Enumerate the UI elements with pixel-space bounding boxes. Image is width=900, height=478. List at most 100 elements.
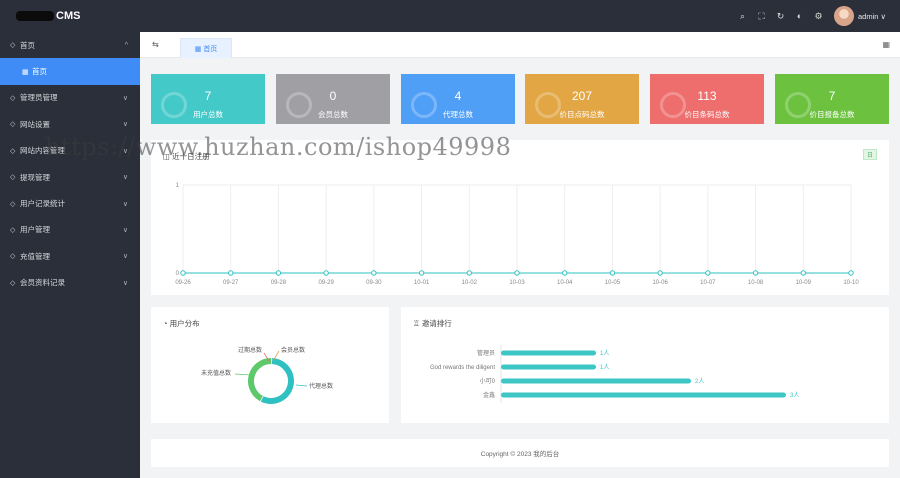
chevron-icon: ^ [124, 41, 128, 49]
data-point [562, 270, 568, 276]
refresh-icon[interactable]: ↻ [771, 0, 790, 32]
watermark-text: https://www.huzhan.com/ishop49998 [45, 133, 512, 161]
data-point [657, 270, 663, 276]
x-tick-label: 10-06 [652, 280, 668, 286]
stat-label: 价目点码总数 [559, 110, 605, 119]
stat-value: 4 [454, 89, 462, 103]
brand-logo[interactable]: CMS [0, 0, 140, 32]
chevron-icon: ∨ [122, 94, 128, 102]
x-tick-label: 09-29 [318, 280, 334, 286]
fullscreen-icon[interactable]: ⛶ [752, 0, 771, 32]
data-point [371, 270, 377, 276]
leader-line [234, 373, 252, 376]
stats-icon: ◇ [10, 200, 16, 208]
user-icon: ◇ [10, 226, 16, 234]
stat-label: 价目报备总数 [809, 110, 855, 119]
chevron-icon: ∨ [122, 253, 128, 261]
bar-category-label: God rewards the diligent [430, 365, 495, 371]
recharge-icon: ◇ [10, 253, 16, 261]
stat-card[interactable]: 113 价目条码总数 [650, 74, 764, 124]
pie-slice [260, 358, 294, 404]
sidebar-item-label: 首页 [20, 40, 35, 50]
pie-label: 过期总数 [238, 346, 262, 354]
data-point [228, 270, 234, 276]
chevron-icon: ∨ [122, 226, 128, 234]
sidebar-item-0[interactable]: ◇ 首页 ^ [0, 32, 140, 58]
sidebar-item-5[interactable]: ◇ 提现管理 ∨ [0, 164, 140, 190]
withdraw-icon: ◇ [10, 174, 16, 182]
record-icon: ◇ [10, 279, 16, 287]
pie-label: 未充值总数 [201, 369, 231, 377]
y-tick-label: 1 [176, 183, 180, 189]
logo-mask [16, 11, 54, 21]
dashboard-icon: ▦ [22, 68, 29, 76]
x-tick-label: 10-02 [462, 280, 478, 286]
data-point [466, 270, 472, 276]
data-point [848, 270, 854, 276]
sidebar-item-6[interactable]: ◇ 用户记录统计 ∨ [0, 190, 140, 216]
data-point [800, 270, 806, 276]
user-distribution-panel: ◔ 用户分布 代理总数 会员总数 过期总数 未充值总数 [151, 307, 389, 423]
data-point [514, 270, 520, 276]
invite-ranking-panel: ♖ 邀请排行 管理员 1人 God rewards the diligent 1人 小可… [401, 307, 889, 423]
sidebar-item-label: 首页 [32, 67, 47, 77]
x-tick-label: 10-04 [557, 280, 573, 286]
chevron-icon: ∨ [122, 174, 128, 182]
x-tick-label: 09-26 [175, 280, 191, 286]
stat-card[interactable]: 0 会员总数 [276, 74, 390, 124]
settings-icon[interactable]: ⚙ [809, 0, 828, 32]
sidebar-item-7[interactable]: ◇ 用户管理 ∨ [0, 217, 140, 243]
top-header: CMS ⌕ ⛶ ↻ ◐ ⚙ admin ∨ [0, 0, 900, 32]
sidebar-item-2[interactable]: ◇ 管理员管理 ∨ [0, 85, 140, 111]
pie-slice [248, 358, 272, 402]
stat-card[interactable]: 207 价目点码总数 [525, 74, 639, 124]
x-tick-label: 10-05 [605, 280, 621, 286]
data-point [609, 270, 616, 276]
chevron-icon: ∨ [122, 279, 128, 287]
tab-menu-icon[interactable]: ▦ [882, 40, 890, 49]
stat-card[interactable]: 7 价目报备总数 [775, 74, 889, 124]
sidebar-item-8[interactable]: ◇ 充值管理 ∨ [0, 243, 140, 269]
sidebar-item-label: 充值管理 [20, 251, 50, 261]
sidebar-item-1[interactable]: ▦ 首页 [0, 58, 140, 85]
tab-bar: ⇆ ▦ 首页 ▦ [140, 32, 900, 58]
data-point [275, 270, 282, 276]
stat-label: 价目条码总数 [684, 110, 730, 119]
settings-icon: ◇ [10, 121, 16, 129]
chevron-icon: ∨ [122, 121, 128, 129]
user-menu[interactable]: admin ∨ [858, 12, 886, 21]
collapse-sidebar-icon[interactable]: ⇆ [152, 40, 159, 49]
x-tick-label: 09-30 [366, 280, 382, 286]
sidebar-item-9[interactable]: ◇ 会员资料记录 ∨ [0, 270, 140, 296]
bar [501, 378, 691, 384]
chevron-icon: ∨ [122, 200, 128, 208]
y-tick-label: 0 [176, 271, 180, 277]
x-tick-label: 10-08 [748, 280, 764, 286]
x-tick-label: 10-03 [509, 280, 525, 286]
tab-home[interactable]: ▦ 首页 [180, 38, 232, 58]
bar-value-label: 3人 [790, 392, 799, 399]
stat-label: 用户总数 [193, 110, 223, 119]
tab-home-label: 首页 [203, 45, 218, 53]
data-point [752, 270, 759, 276]
content-icon: ◇ [10, 147, 16, 155]
search-icon[interactable]: ⌕ [733, 0, 752, 32]
data-point [705, 270, 711, 276]
pie-chart: 代理总数 会员总数 过期总数未充值总数 [201, 346, 333, 404]
x-tick-label: 10-01 [414, 280, 430, 286]
bar [501, 392, 786, 398]
avatar[interactable] [833, 6, 854, 26]
stat-card[interactable]: 4 代理总数 [401, 74, 515, 124]
sidebar-item-label: 提现管理 [20, 172, 50, 182]
x-tick-label: 09-27 [223, 280, 239, 286]
bar-value-label: 2人 [695, 378, 704, 385]
bar-value-label: 1人 [600, 350, 609, 357]
stat-card[interactable]: 7 用户总数 [151, 74, 265, 124]
sidebar: ◇ 首页 ^ ▦ 首页 ◇ 管理员管理 ∨ ◇ 网站设置 ∨ ◇ 网站内容管理 ∨ ◇ 提现管理 ∨ ◇ 用户记录统… [0, 32, 140, 478]
grid-small-icon: ▦ [194, 45, 202, 53]
bar-category-label: 小可0 [480, 377, 496, 385]
theme-icon[interactable]: ◐ [790, 0, 809, 32]
bar-chart: 管理员 1人 God rewards the diligent 1人小可0 2人金鑫 3人 [430, 345, 799, 403]
stat-value: 113 [697, 89, 717, 103]
sidebar-item-label: 用户管理 [20, 225, 50, 235]
